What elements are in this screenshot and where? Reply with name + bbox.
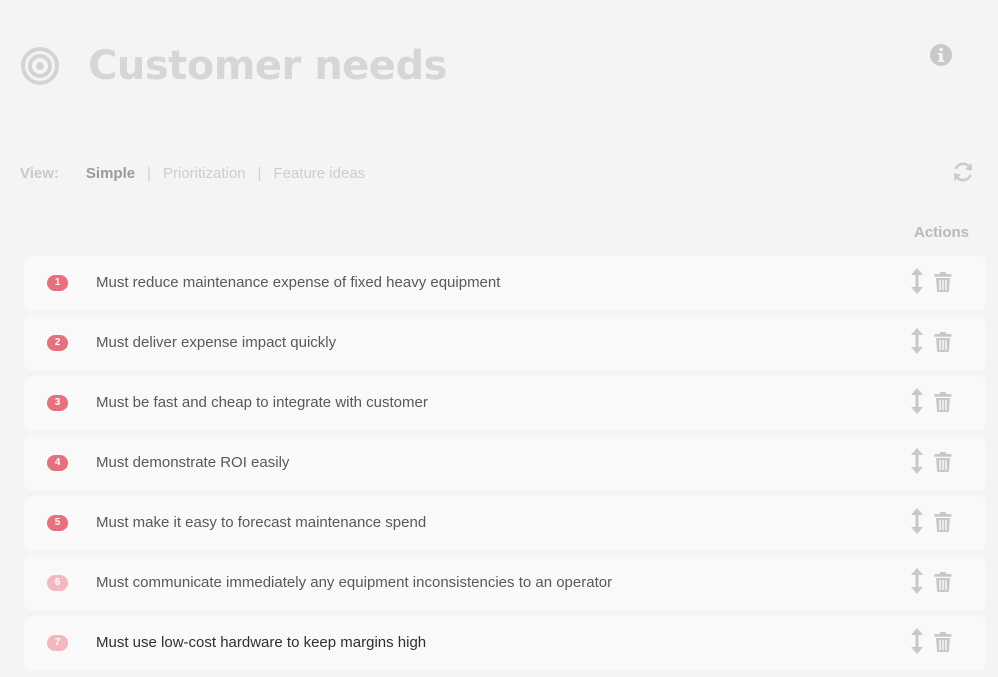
trash-icon[interactable] <box>934 392 952 412</box>
actions-column-header: Actions <box>914 224 970 241</box>
page-header: Customer needs <box>20 40 447 92</box>
trash-icon[interactable] <box>934 572 952 592</box>
view-option-prioritization[interactable]: Prioritization <box>163 165 246 182</box>
need-number-badge: 1 <box>47 275 68 291</box>
need-row[interactable]: 7 Must use low-cost hardware to keep marg… <box>24 616 986 670</box>
move-vertical-icon[interactable] <box>910 448 924 474</box>
move-vertical-icon[interactable] <box>910 388 924 414</box>
move-vertical-icon[interactable] <box>910 268 924 294</box>
need-row[interactable]: 2 Must deliver expense impact quickly <box>24 316 986 370</box>
move-vertical-icon[interactable] <box>910 568 924 594</box>
page-title: Customer needs <box>88 43 447 89</box>
need-text[interactable]: Must demonstrate ROI easily <box>96 454 289 471</box>
need-row[interactable]: 4 Must demonstrate ROI easily <box>24 436 986 490</box>
view-label: View: <box>20 164 59 182</box>
trash-icon[interactable] <box>934 512 952 532</box>
need-number-badge: 7 <box>47 635 68 651</box>
need-row[interactable]: 5 Must make it easy to forecast maintenan… <box>24 496 986 550</box>
need-number-badge: 2 <box>47 335 68 351</box>
need-row[interactable]: 6 Must communicate immediately any equipm… <box>24 556 986 610</box>
need-row[interactable]: 3 Must be fast and cheap to integrate wit… <box>24 376 986 430</box>
need-number-badge: 4 <box>47 455 68 471</box>
need-text[interactable]: Must be fast and cheap to integrate with… <box>96 394 428 411</box>
trash-icon[interactable] <box>934 632 952 652</box>
need-row[interactable]: 1 Must reduce maintenance expense of fixe… <box>24 256 986 310</box>
view-switcher: View: Simple | Prioritization | Feature … <box>20 164 365 182</box>
need-number-badge: 6 <box>47 575 68 591</box>
need-text[interactable]: Must deliver expense impact quickly <box>96 334 336 351</box>
move-vertical-icon[interactable] <box>910 628 924 654</box>
view-separator: | <box>147 164 151 182</box>
view-separator: | <box>257 164 262 182</box>
target-icon <box>21 47 59 85</box>
need-text[interactable]: Must reduce maintenance expense of fixed… <box>96 274 500 291</box>
view-option-simple[interactable]: Simple <box>86 165 135 182</box>
refresh-icon[interactable] <box>951 160 975 184</box>
need-number-badge: 5 <box>47 515 68 531</box>
need-text[interactable]: Must make it easy to forecast maintenanc… <box>96 514 426 531</box>
trash-icon[interactable] <box>934 272 952 292</box>
move-vertical-icon[interactable] <box>910 508 924 534</box>
need-text[interactable]: Must communicate immediately any equipme… <box>96 574 612 591</box>
info-icon[interactable] <box>929 43 953 67</box>
trash-icon[interactable] <box>934 332 952 352</box>
trash-icon[interactable] <box>934 452 952 472</box>
need-number-badge: 3 <box>47 395 68 411</box>
need-text[interactable]: Must use low-cost hardware to keep margi… <box>96 634 426 651</box>
needs-list: 1 Must reduce maintenance expense of fixe… <box>24 256 986 676</box>
move-vertical-icon[interactable] <box>910 328 924 354</box>
view-option-feature-ideas[interactable]: Feature ideas <box>273 165 365 182</box>
